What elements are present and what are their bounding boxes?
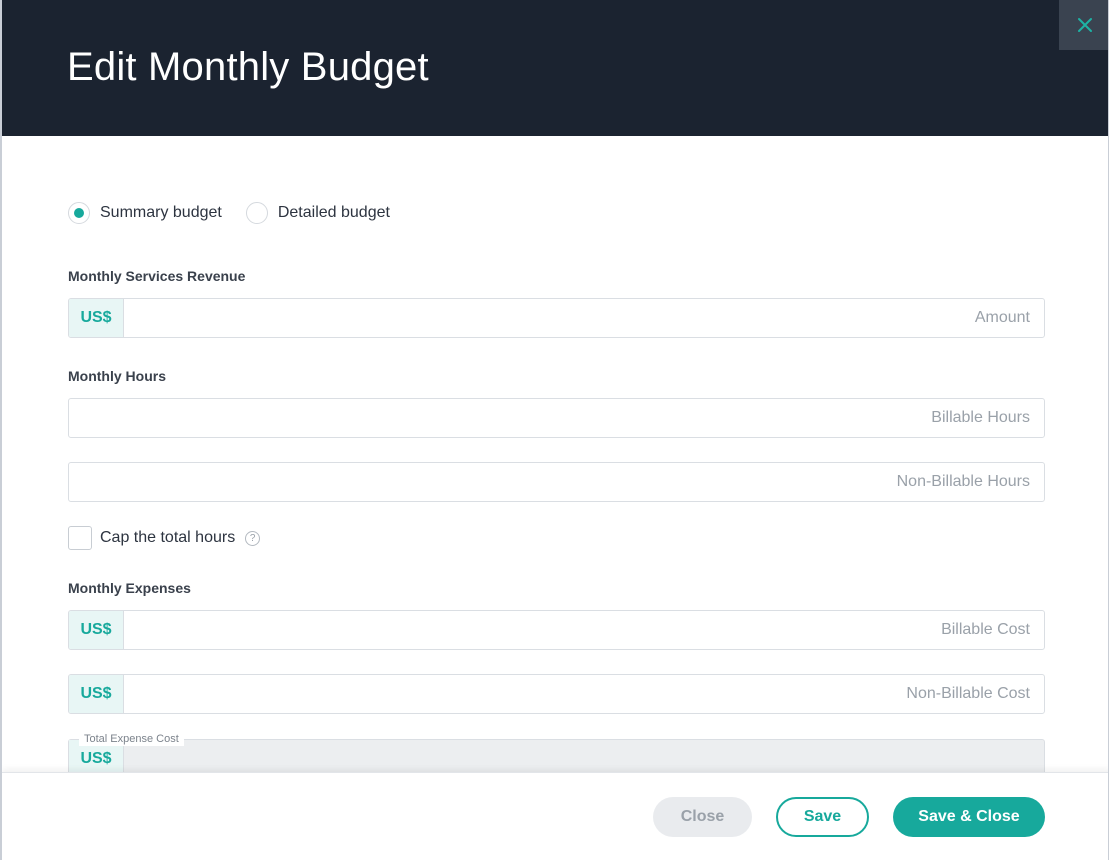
expenses-section-label: Monthly Expenses [68,580,191,596]
billable-hours-input[interactable] [69,399,1044,437]
cap-hours-label: Cap the total hours [100,529,236,546]
summary-budget-label: Summary budget [100,204,222,221]
budget-type-radio-group: Summary budget Detailed budget [68,202,414,224]
detailed-budget-radio[interactable] [245,202,268,224]
currency-prefix: US$ [69,299,124,337]
detailed-budget-option[interactable]: Detailed budget [245,202,390,224]
modal-footer: Close Save Save & Close [2,772,1108,860]
hours-section-label: Monthly Hours [68,368,166,384]
non-billable-cost-field: US$ [68,674,1045,714]
help-icon[interactable]: ? [245,530,261,546]
close-button[interactable]: Close [653,797,752,837]
detailed-budget-label: Detailed budget [277,204,390,221]
modal-header: Edit Monthly Budget [2,0,1108,136]
total-expense-cost-label: Total Expense Cost [79,732,184,746]
currency-prefix: US$ [69,611,124,649]
billable-hours-field [68,398,1045,438]
modal-title: Edit Monthly Budget [67,45,429,89]
save-button[interactable]: Save [776,797,869,837]
summary-budget-option[interactable]: Summary budget [68,202,222,224]
close-modal-button[interactable] [1059,0,1108,50]
summary-budget-radio[interactable] [68,202,90,224]
save-and-close-button[interactable]: Save & Close [893,797,1045,837]
total-expense-cost-input [124,740,1044,772]
revenue-amount-field: US$ [68,298,1045,338]
non-billable-hours-input[interactable] [69,463,1044,501]
radio-selected-dot [74,208,84,218]
non-billable-cost-input[interactable] [124,675,1044,713]
cap-hours-checkbox[interactable] [68,526,92,550]
non-billable-hours-field [68,462,1045,502]
revenue-section-label: Monthly Services Revenue [68,268,246,284]
close-icon [1078,18,1092,32]
total-expense-cost-field: US$ Total Expense Cost [68,732,1045,772]
currency-prefix: US$ [69,675,124,713]
billable-cost-input[interactable] [124,611,1044,649]
edit-budget-modal: Edit Monthly Budget Summary budget Detai… [0,0,1109,860]
revenue-amount-input[interactable] [124,299,1044,337]
modal-body: Summary budget Detailed budget Monthly S… [2,136,1108,772]
cap-hours-row: Cap the total hours ? [68,526,261,550]
billable-cost-field: US$ [68,610,1045,650]
